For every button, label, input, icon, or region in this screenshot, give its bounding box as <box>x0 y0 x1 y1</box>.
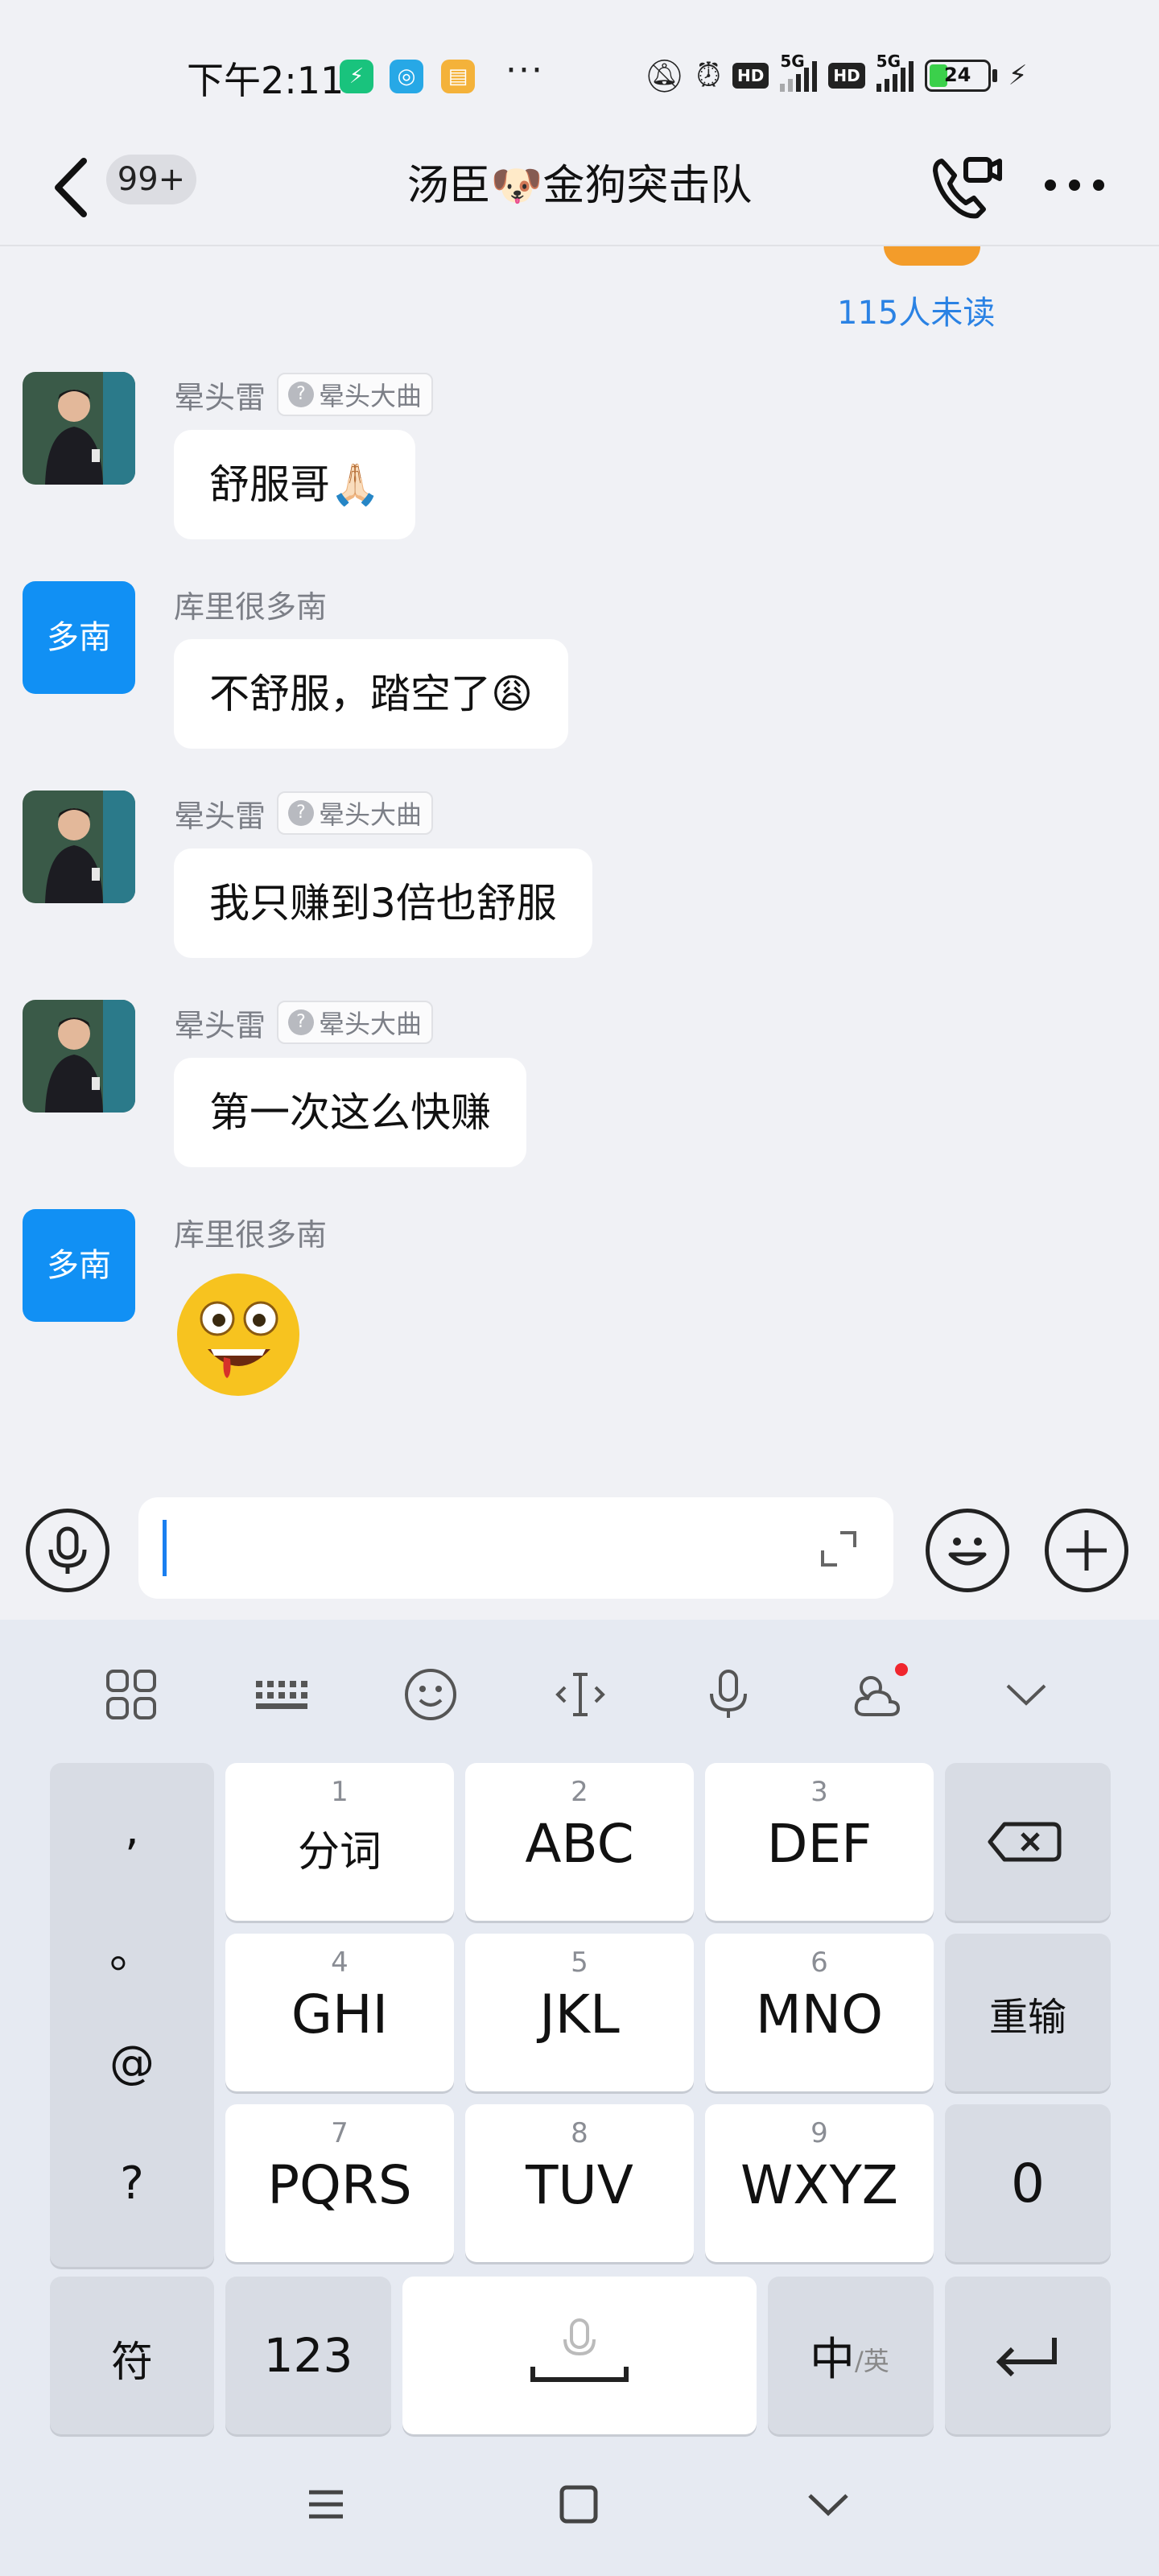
system-nav-bar <box>0 2431 1159 2576</box>
member-title-tag: ? 晕头大曲 <box>277 373 434 416</box>
key-0[interactable]: 0 <box>945 2104 1111 2262</box>
back-chevron-icon[interactable] <box>800 2476 856 2533</box>
unread-badge[interactable]: 99+ <box>106 155 196 204</box>
browser-app-icon: ◎ <box>390 60 423 93</box>
key-question[interactable]: ? <box>50 2157 214 2210</box>
more-notifications-icon: ··· <box>505 50 544 91</box>
numbers-key[interactable]: 123 <box>225 2277 391 2434</box>
key-3[interactable]: 3 DEF <box>705 1763 934 1921</box>
space-mic-icon <box>530 2318 629 2382</box>
key-period[interactable]: 。 <box>50 1916 214 1981</box>
key-7[interactable]: 7 PQRS <box>225 2104 454 2262</box>
mute-icon: 🔕︎ <box>644 57 685 95</box>
backspace-icon <box>988 1822 1062 1862</box>
weather-icon[interactable] <box>840 1658 913 1731</box>
space-key[interactable] <box>402 2277 757 2434</box>
sender-name: 晕头雷 <box>174 1007 266 1043</box>
cursor-move-icon[interactable] <box>544 1658 617 1731</box>
menu-icon[interactable] <box>298 2476 354 2533</box>
member-title-tag: ? 晕头大曲 <box>277 791 434 835</box>
call-video-icon[interactable] <box>924 147 1004 227</box>
backspace-key[interactable] <box>945 1763 1111 1921</box>
rank-icon: ? <box>288 382 315 407</box>
status-time: 下午2:11 <box>187 59 344 102</box>
sender-name: 晕头雷 <box>174 798 266 834</box>
signal-icon-2: 5G <box>876 52 914 92</box>
symbols-key[interactable]: 符 <box>50 2277 214 2434</box>
avatar[interactable]: 多南 <box>23 1209 135 1322</box>
mic-icon <box>48 1526 87 1574</box>
retype-key[interactable]: 重输 <box>945 1934 1111 2091</box>
message-input-bar <box>0 1473 1159 1618</box>
apps-grid-icon[interactable] <box>95 1658 167 1731</box>
rank-icon: ? <box>288 800 315 826</box>
add-attachment-button[interactable] <box>1045 1509 1128 1592</box>
battery-level: 24 <box>943 64 971 86</box>
avatar[interactable] <box>23 791 135 903</box>
key-5[interactable]: 5 JKL <box>465 1934 694 2091</box>
hd-icon: HD <box>732 63 769 89</box>
plus-icon <box>1066 1530 1107 1571</box>
key-6[interactable]: 6 MNO <box>705 1934 934 2091</box>
key-comma[interactable]: , <box>50 1803 214 1856</box>
charging-app-icon: ⚡ <box>340 60 373 93</box>
voice-input-button[interactable] <box>26 1509 109 1592</box>
language-switch-key[interactable]: 中 /英 <box>768 2277 934 2434</box>
emoji-button[interactable] <box>926 1509 1009 1592</box>
emoji-keyboard-icon[interactable] <box>394 1658 467 1731</box>
status-indicators: 🔕︎ ⏰︎ HD 5G HD 5G 24 ⚡︎ <box>644 52 1028 98</box>
key-4[interactable]: 4 GHI <box>225 1934 454 2091</box>
avatar[interactable] <box>23 1000 135 1113</box>
punctuation-column: , 。 @ ? <box>50 1763 214 2267</box>
key-8[interactable]: 8 TUV <box>465 2104 694 2262</box>
sender-name: 库里很多南 <box>174 588 328 625</box>
rank-icon: ? <box>288 1009 315 1035</box>
battery-icon: 24 <box>924 60 991 92</box>
read-receipt-avatar <box>884 246 980 266</box>
chat-title[interactable]: 汤臣🐶金狗突击队 <box>322 151 837 212</box>
sender-name: 库里很多南 <box>174 1216 328 1253</box>
charging-bolt-icon: ⚡︎ <box>1008 60 1028 92</box>
avatar[interactable] <box>23 372 135 485</box>
message-bubble[interactable]: 第一次这么快赚 <box>174 1058 526 1167</box>
key-2[interactable]: 2 ABC <box>465 1763 694 1921</box>
enter-icon <box>996 2338 1057 2377</box>
expand-icon[interactable] <box>816 1526 861 1571</box>
hd-icon-2: HD <box>828 63 865 89</box>
unread-readers-link[interactable]: 115人未读 <box>837 287 995 333</box>
more-menu-icon[interactable] <box>1038 169 1111 201</box>
key-at[interactable]: @ <box>50 2037 214 2089</box>
message-input[interactable] <box>138 1497 893 1599</box>
back-arrow-icon[interactable] <box>48 151 97 224</box>
key-9[interactable]: 9 WXYZ <box>705 2104 934 2262</box>
home-icon[interactable] <box>551 2476 607 2533</box>
keyboard-switch-icon[interactable] <box>245 1658 317 1731</box>
message-bubble[interactable]: 不舒服，踏空了😩 <box>174 639 569 749</box>
member-title-tag: ? 晕头大曲 <box>277 1001 434 1044</box>
message-bubble[interactable]: 舒服哥🙏🏻 <box>174 430 416 539</box>
avatar[interactable]: 多南 <box>23 581 135 694</box>
notes-app-icon: ▤ <box>441 60 475 93</box>
collapse-keyboard-icon[interactable] <box>990 1658 1062 1731</box>
message-bubble[interactable]: 我只赚到3倍也舒服 <box>174 848 592 958</box>
drooling-face-emoji-icon[interactable] <box>174 1270 303 1399</box>
sender-name: 晕头雷 <box>174 379 266 415</box>
enter-key[interactable] <box>945 2277 1111 2434</box>
voice-typing-icon[interactable] <box>692 1658 765 1731</box>
signal-icon: 5G <box>780 52 818 92</box>
smiley-icon <box>948 1538 987 1566</box>
alarm-icon: ⏰︎ <box>695 57 721 94</box>
chat-header: 99+ 汤臣🐶金狗突击队 <box>0 129 1159 246</box>
key-1[interactable]: 1 分词 <box>225 1763 454 1921</box>
text-caret <box>163 1520 167 1576</box>
